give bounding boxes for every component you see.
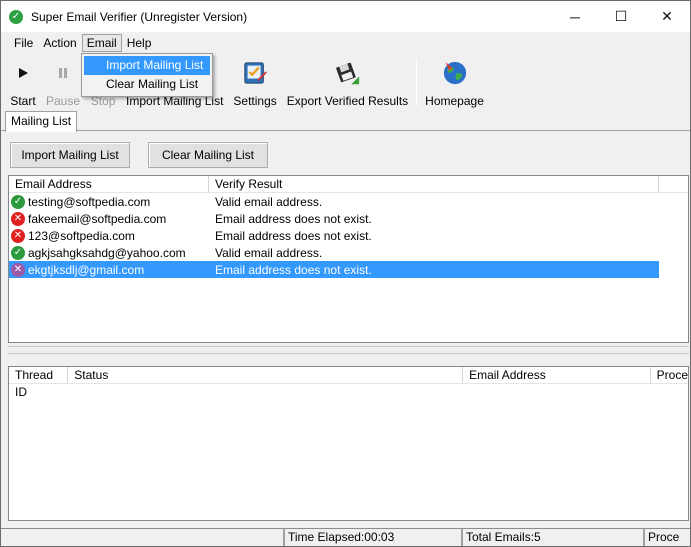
pause-button[interactable]: Pause: [41, 54, 85, 110]
column-email-address[interactable]: Email Address: [463, 367, 651, 383]
homepage-label: Homepage: [425, 94, 484, 108]
status-empty: [1, 528, 284, 546]
result-cell: Valid email address.: [215, 194, 323, 209]
column-status[interactable]: Status: [68, 367, 464, 383]
export-verified-results-button[interactable]: Export Verified Results: [282, 54, 413, 110]
table-row[interactable]: ✓ testing@softpedia.com Valid email addre…: [9, 193, 688, 210]
result-cell: Email address does not exist.: [215, 211, 372, 226]
check-icon: ✓: [11, 245, 25, 260]
cross-icon: ✕: [11, 211, 25, 226]
clear-mailing-list-button[interactable]: Clear Mailing List: [148, 142, 268, 168]
email-cell: ekgtjksdlj@gmail.com: [28, 262, 145, 277]
status-total-emails: Total Emails:5: [462, 528, 644, 546]
app-window: ✓ Super Email Verifier (Unregister Versi…: [0, 0, 691, 547]
settings-button[interactable]: Settings: [228, 54, 281, 110]
menu-import-mailing-list[interactable]: Import Mailing List: [84, 56, 210, 75]
column-process[interactable]: Proce: [651, 367, 688, 383]
email-list[interactable]: Email Address Verify Result ✓ testing@sof…: [8, 175, 689, 343]
result-cell: Email address does not exist.: [215, 228, 372, 243]
maximize-button[interactable]: ☐: [598, 1, 644, 32]
table-row[interactable]: ✓ agkjsahgksahdg@yahoo.com Valid email ad…: [9, 244, 688, 261]
import-mailing-list-panel-button[interactable]: Import Mailing List: [10, 142, 130, 168]
email-cell: agkjsahgksahdg@yahoo.com: [28, 245, 186, 260]
title-bar: ✓ Super Email Verifier (Unregister Versi…: [1, 1, 690, 32]
email-cell: 123@softpedia.com: [28, 228, 135, 243]
menu-action[interactable]: Action: [38, 34, 81, 52]
settings-label: Settings: [233, 94, 277, 108]
menu-clear-mailing-list[interactable]: Clear Mailing List: [84, 75, 210, 94]
column-verify-result[interactable]: Verify Result: [209, 176, 659, 192]
result-cell: Email address does not exist.: [215, 262, 372, 277]
splitter[interactable]: [8, 346, 689, 354]
close-button[interactable]: ✕: [644, 1, 690, 32]
email-cell: testing@softpedia.com: [28, 194, 151, 209]
minimize-button[interactable]: ─: [552, 1, 598, 32]
pause-icon: [50, 60, 76, 86]
email-menu-dropdown: Import Mailing List Clear Mailing List: [81, 53, 213, 97]
start-button[interactable]: Start: [5, 54, 41, 110]
window-title: Super Email Verifier (Unregister Version…: [31, 9, 248, 24]
start-label: Start: [10, 94, 36, 108]
email-cell: fakeemail@softpedia.com: [28, 211, 167, 226]
column-email-address[interactable]: Email Address: [9, 176, 209, 192]
table-row-selected[interactable]: ✕ ekgtjksdlj@gmail.com Email address does…: [9, 261, 659, 278]
result-cell: Valid email address.: [215, 245, 323, 260]
tab-mailing-list[interactable]: Mailing List: [5, 111, 78, 132]
menu-bar: File Action Email Help: [1, 32, 690, 54]
floppy-export-icon: [334, 60, 360, 86]
menu-email[interactable]: Email: [81, 34, 122, 52]
thread-list[interactable]: Thread ID Status Email Address Proce: [8, 366, 689, 521]
window-controls: ─ ☐ ✕: [552, 1, 690, 32]
email-list-header: Email Address Verify Result: [9, 176, 688, 193]
homepage-button[interactable]: Homepage: [420, 54, 489, 110]
status-time-elapsed: Time Elapsed:00:03: [284, 528, 462, 546]
settings-icon: [242, 60, 268, 86]
mailing-list-panel: Import Mailing List Clear Mailing List E…: [5, 132, 689, 525]
tab-strip: Mailing List: [1, 110, 690, 132]
check-icon: ✓: [11, 194, 25, 209]
play-icon: [10, 60, 36, 86]
globe-icon: [442, 60, 468, 86]
thread-list-header: Thread ID Status Email Address Proce: [9, 367, 688, 399]
export-label: Export Verified Results: [286, 94, 409, 108]
status-bar: Time Elapsed:00:03 Total Emails:5 Proce: [1, 528, 690, 546]
cross-icon: ✕: [11, 228, 25, 243]
column-thread-id[interactable]: Thread ID: [9, 367, 69, 399]
table-row[interactable]: ✕ fakeemail@softpedia.com Email address d…: [9, 210, 688, 227]
toolbar-separator: [416, 58, 418, 106]
menu-help[interactable]: Help: [122, 34, 157, 52]
status-process: Proce: [644, 528, 690, 546]
menu-file[interactable]: File: [9, 34, 38, 52]
column-filler: [659, 176, 688, 192]
cross-icon: ✕: [11, 262, 25, 277]
table-row[interactable]: ✕ 123@softpedia.com Email address does no…: [9, 227, 688, 244]
pause-label: Pause: [46, 94, 81, 108]
app-check-icon: ✓: [9, 9, 23, 24]
